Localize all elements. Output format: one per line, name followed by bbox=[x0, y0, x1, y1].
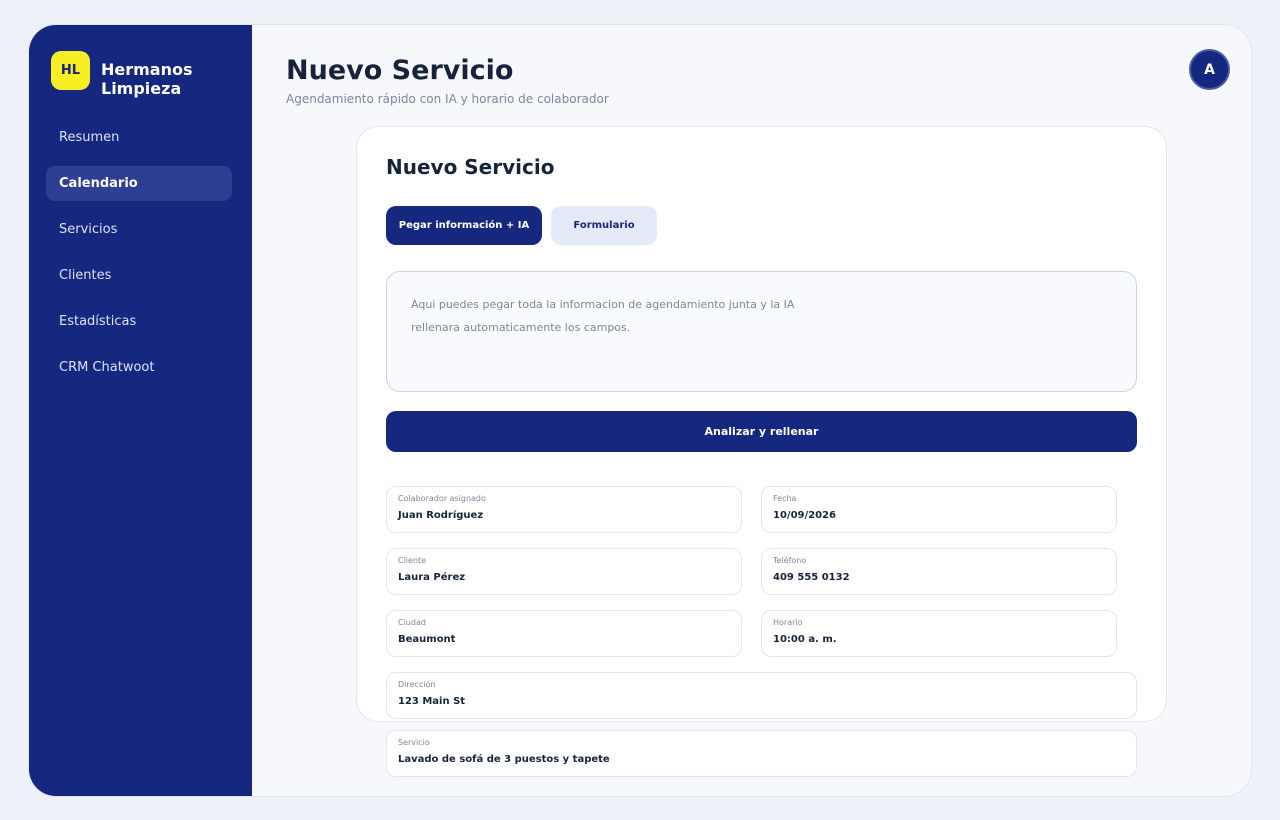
brand[interactable]: HL Hermanos Limpieza bbox=[51, 51, 211, 98]
sidebar-item-crm-chatwoot[interactable]: CRM Chatwoot bbox=[46, 350, 232, 385]
field-value: Laura Pérez bbox=[398, 572, 466, 583]
field-label: Horario bbox=[773, 618, 803, 627]
field-label: Dirección bbox=[398, 680, 436, 689]
card-title: Nuevo Servicio bbox=[386, 155, 555, 179]
date-field[interactable]: Fecha 10/09/2026 bbox=[761, 486, 1117, 533]
field-value: Lavado de sofá de 3 puestos y tapete bbox=[398, 754, 610, 765]
collaborator-field[interactable]: Colaborador asignado Juan Rodríguez bbox=[386, 486, 742, 533]
paste-placeholder: Aqui puedes pegar toda la informacion de… bbox=[411, 298, 795, 334]
field-label: Ciudad bbox=[398, 618, 426, 627]
sidebar-nav: Resumen Calendario Servicios Clientes Es… bbox=[46, 120, 232, 396]
page-title: Nuevo Servicio bbox=[286, 55, 514, 86]
time-field[interactable]: Horario 10:00 a. m. bbox=[761, 610, 1117, 657]
brand-name: Hermanos Limpieza bbox=[101, 60, 193, 98]
client-field[interactable]: Cliente Laura Pérez bbox=[386, 548, 742, 595]
sidebar: HL Hermanos Limpieza Resumen Calendario … bbox=[29, 25, 252, 796]
sidebar-item-estadisticas[interactable]: Estadísticas bbox=[46, 304, 232, 339]
main-content: Nuevo Servicio Agendamiento rápido con I… bbox=[252, 25, 1251, 796]
sidebar-item-clientes[interactable]: Clientes bbox=[46, 258, 232, 293]
avatar[interactable]: A bbox=[1189, 49, 1230, 90]
field-value: 123 Main St bbox=[398, 696, 466, 707]
new-service-card: Nuevo Servicio Pegar información + IA Fo… bbox=[356, 126, 1167, 722]
address-field[interactable]: Dirección 123 Main St bbox=[386, 672, 1137, 719]
field-label: Colaborador asignado bbox=[398, 494, 486, 503]
phone-field[interactable]: Teléfono 409 555 0132 bbox=[761, 548, 1117, 595]
sidebar-item-calendario[interactable]: Calendario bbox=[46, 166, 232, 201]
sidebar-item-resumen[interactable]: Resumen bbox=[46, 120, 232, 155]
field-value: 10:00 a. m. bbox=[773, 634, 837, 645]
city-field[interactable]: Ciudad Beaumont bbox=[386, 610, 742, 657]
field-value: 10/09/2026 bbox=[773, 510, 836, 521]
field-value: 409 555 0132 bbox=[773, 572, 850, 583]
service-field[interactable]: Servicio Lavado de sofá de 3 puestos y t… bbox=[386, 730, 1137, 777]
field-value: Juan Rodríguez bbox=[398, 510, 484, 521]
tab-paste-ai[interactable]: Pegar información + IA bbox=[386, 206, 542, 245]
sidebar-item-servicios[interactable]: Servicios bbox=[46, 212, 232, 247]
brand-logo: HL bbox=[51, 51, 90, 90]
tab-form[interactable]: Formulario bbox=[551, 206, 657, 245]
paste-textarea[interactable]: Aqui puedes pegar toda la informacion de… bbox=[386, 271, 1137, 392]
field-label: Teléfono bbox=[773, 556, 807, 565]
field-label: Servicio bbox=[398, 738, 430, 747]
field-value: Beaumont bbox=[398, 634, 456, 645]
page-subtitle: Agendamiento rápido con IA y horario de … bbox=[286, 92, 609, 106]
analyze-button[interactable]: Analizar y rellenar bbox=[386, 411, 1137, 452]
app-window: HL Hermanos Limpieza Resumen Calendario … bbox=[28, 24, 1252, 797]
field-label: Fecha bbox=[773, 494, 797, 503]
field-label: Cliente bbox=[398, 556, 427, 565]
